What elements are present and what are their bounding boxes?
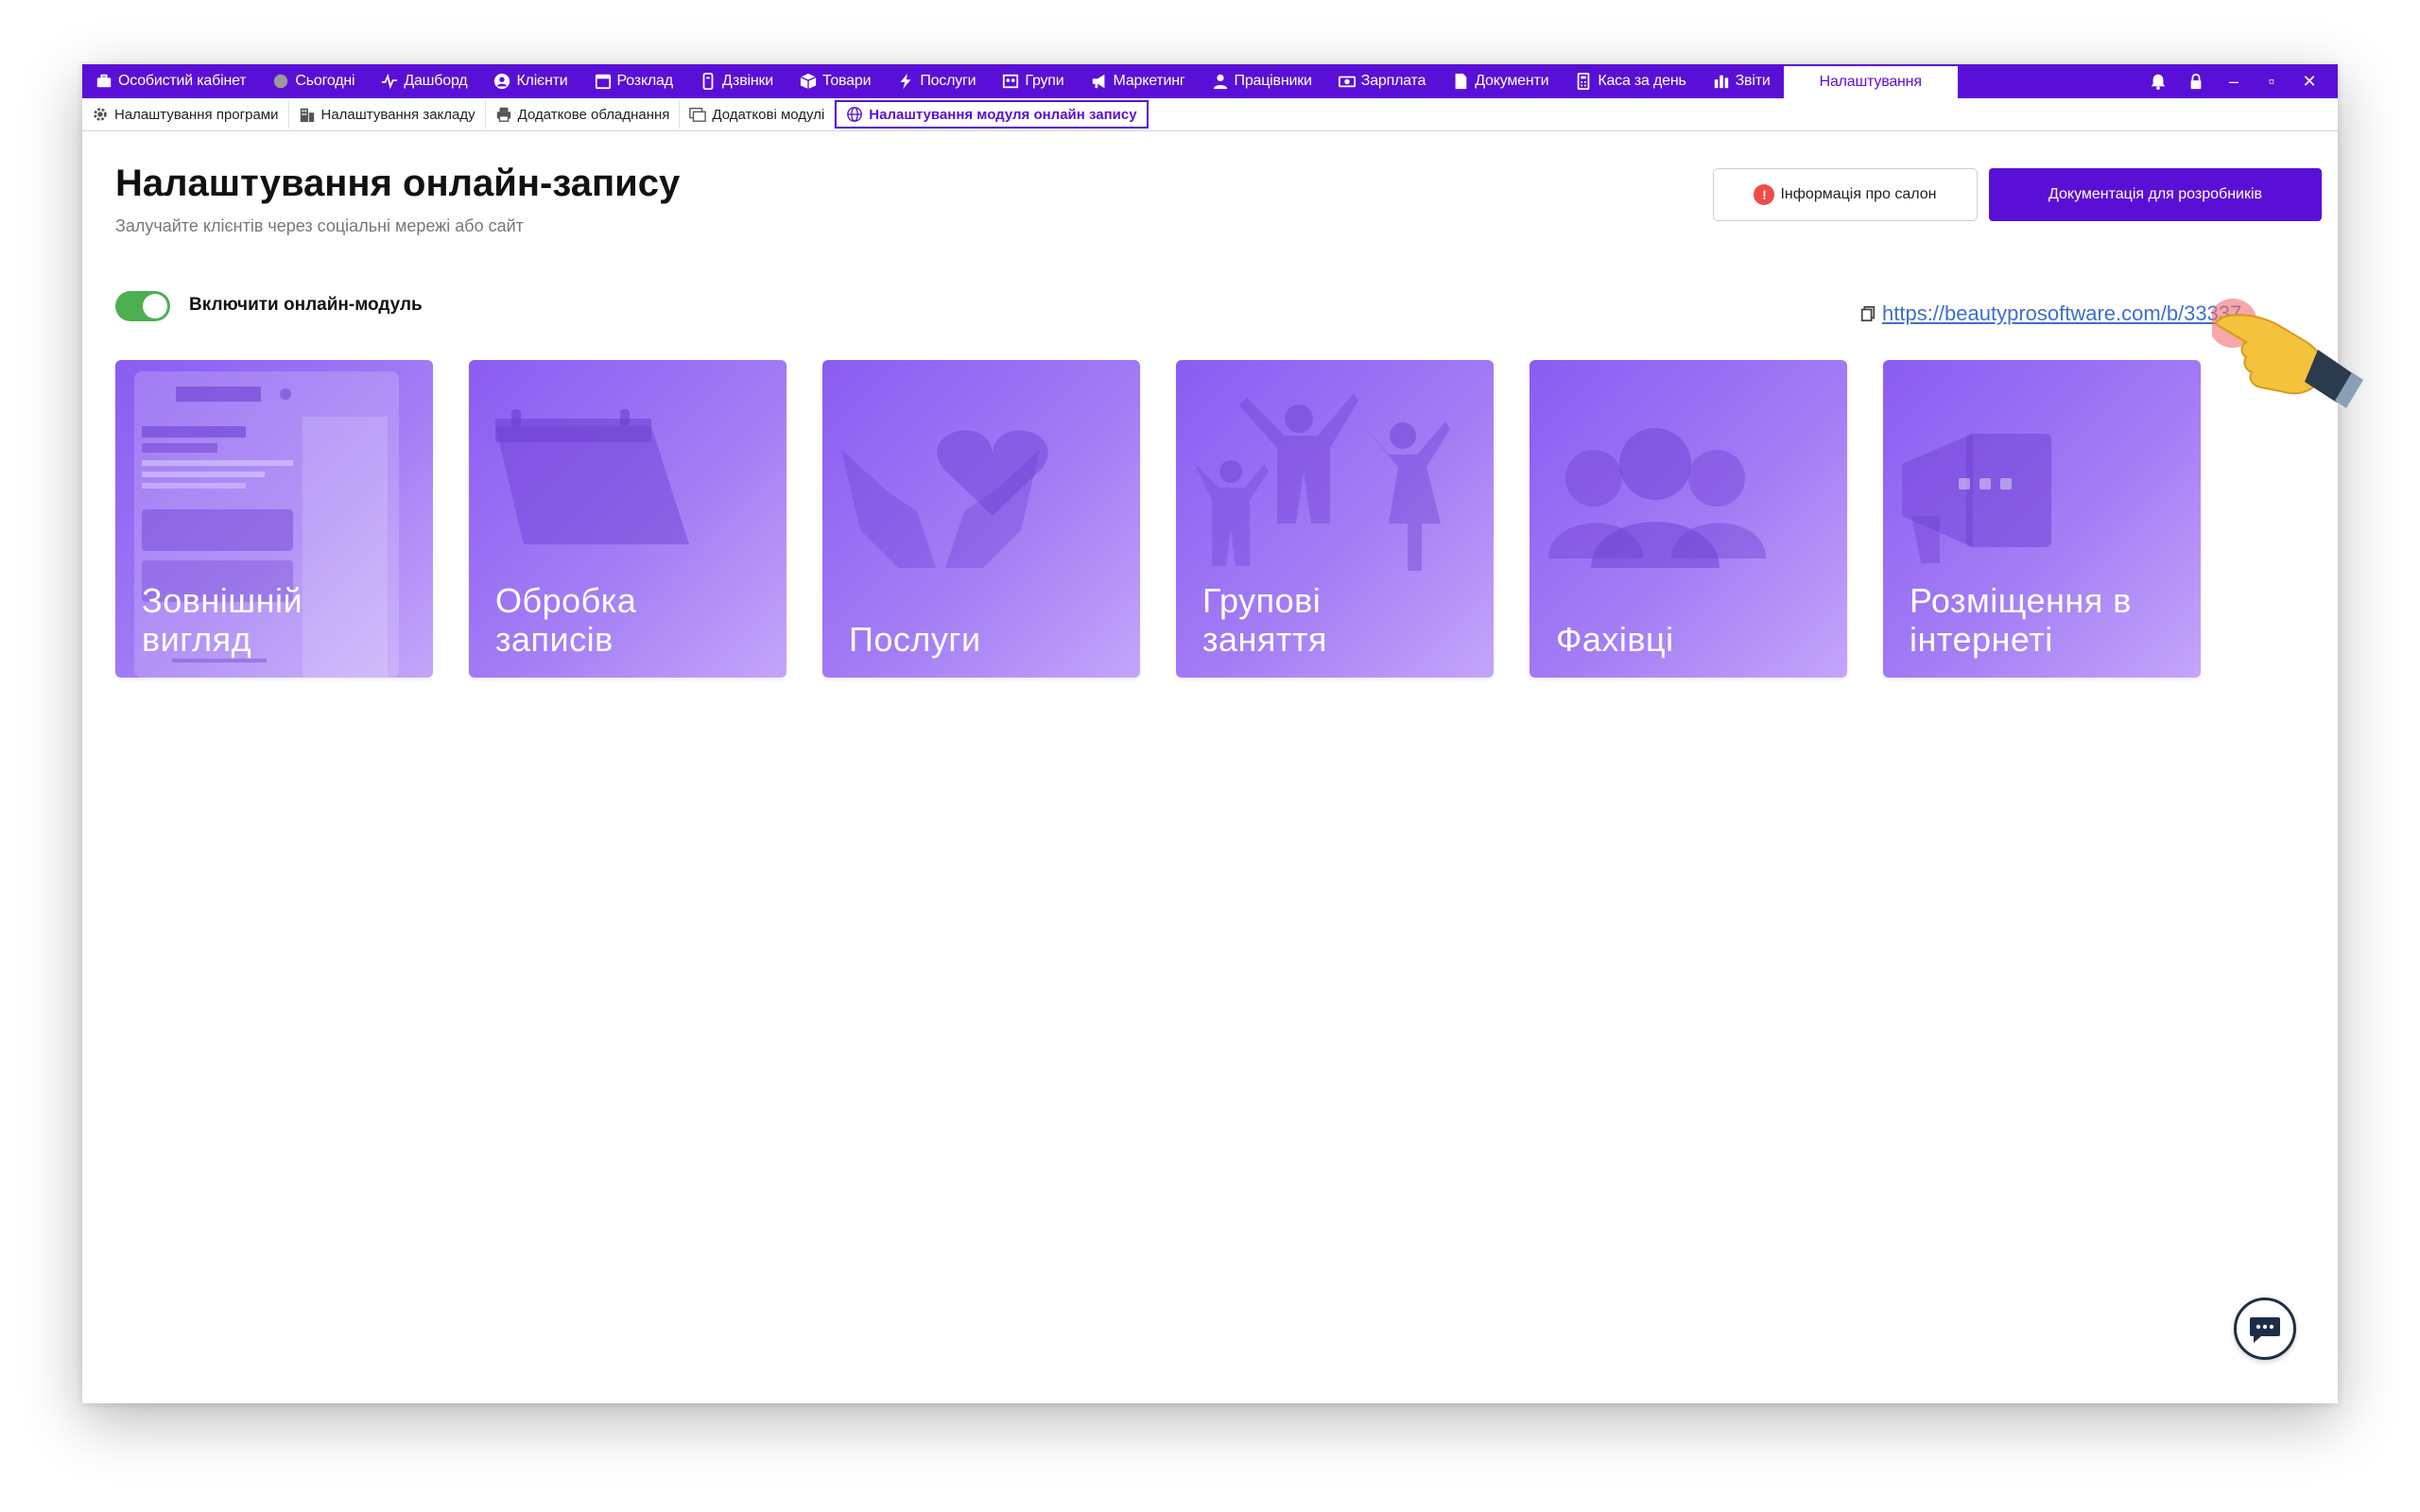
minimize-button[interactable]: – — [2215, 64, 2253, 98]
card-appearance[interactable]: Зовнішній вигляд — [115, 360, 433, 678]
modules-icon — [689, 108, 707, 122]
card-booking-processing[interactable]: Обробка записів — [469, 360, 786, 678]
nav-item-reports[interactable]: Звіти — [1700, 64, 1784, 98]
subtab-venue-settings[interactable]: Налаштування закладу — [289, 100, 486, 129]
subtab-extra-modules[interactable]: Додаткові модулі — [680, 100, 836, 129]
nav-item-goods[interactable]: Товари — [786, 64, 884, 98]
globe-icon — [847, 107, 863, 122]
box-icon — [800, 73, 817, 90]
nav-item-dashboard[interactable]: Дашборд — [368, 64, 480, 98]
nav-item-calls[interactable]: Дзвінки — [686, 64, 786, 98]
clock-icon — [274, 74, 288, 89]
printer-icon — [496, 107, 510, 122]
page-subtitle: Залучайте клієнтів через соціальні мереж… — [115, 216, 524, 235]
card-label: Фахівці — [1556, 620, 1674, 659]
briefcase-icon — [96, 74, 112, 88]
building-icon — [300, 108, 314, 123]
notifications-button[interactable] — [2139, 64, 2177, 98]
card-label: Групові заняття — [1202, 581, 1327, 659]
bar-chart-icon — [1714, 75, 1728, 89]
document-icon — [1455, 73, 1467, 90]
nav-item-schedule[interactable]: Розклад — [581, 64, 686, 98]
card-label: Обробка записів — [495, 581, 637, 659]
nav-item-today[interactable]: Сьогодні — [259, 64, 368, 98]
phone-icon — [702, 73, 714, 90]
copy-icon[interactable] — [1859, 304, 1876, 323]
settings-cards: Зовнішній вигляд Обробка записів Послуги — [115, 360, 2237, 678]
booking-link-row: https://beautyprosoftware.com/b/33337 — [1859, 301, 2241, 326]
settings-subtabs: Налаштування програми Налаштування закла… — [82, 98, 2338, 131]
online-module-toggle[interactable] — [115, 291, 170, 321]
subtab-extra-equipment[interactable]: Додаткове обладнання — [486, 100, 681, 129]
close-icon: ✕ — [2302, 71, 2317, 91]
nav-item-marketing[interactable]: Маркетинг — [1078, 64, 1199, 98]
page-title: Налаштування онлайн-запису — [115, 163, 681, 204]
nav-item-services[interactable]: Послуги — [884, 64, 989, 98]
subtab-program-settings[interactable]: Налаштування програми — [82, 100, 289, 129]
close-button[interactable]: ✕ — [2290, 64, 2328, 98]
card-label: Послуги — [849, 620, 981, 659]
lock-button[interactable] — [2177, 64, 2215, 98]
user-circle-icon — [494, 73, 510, 90]
top-navigation: Особистий кабінет Сьогодні Дашборд Клієн… — [82, 64, 2338, 98]
lock-icon — [2190, 73, 2202, 90]
nav-item-settings[interactable]: Налаштування — [1783, 66, 1958, 98]
nav-item-personal-cabinet[interactable]: Особистий кабінет — [82, 64, 259, 98]
calendar-icon — [595, 74, 611, 90]
subtab-online-booking-settings[interactable]: Налаштування модуля онлайн запису — [835, 100, 1149, 129]
online-module-toggle-label: Включити онлайн-модуль — [189, 295, 423, 315]
card-services[interactable]: Послуги — [822, 360, 1140, 678]
nav-item-cash-register[interactable]: Каса за день — [1562, 64, 1699, 98]
chat-icon — [2250, 1317, 2280, 1343]
money-icon — [1338, 76, 1356, 88]
card-internet-placement[interactable]: Розміщення в інтернеті — [1883, 360, 2201, 678]
booking-link[interactable]: https://beautyprosoftware.com/b/33337 — [1882, 301, 2241, 326]
window-controls: – ▫ ✕ — [2139, 64, 2328, 98]
pulse-icon — [382, 73, 398, 90]
card-specialists[interactable]: Фахівці — [1530, 360, 1847, 678]
pointing-hand-cursor-icon — [2212, 299, 2363, 408]
nav-item-documents[interactable]: Документи — [1439, 64, 1562, 98]
card-group-classes[interactable]: Групові заняття — [1176, 360, 1494, 678]
support-chat-button[interactable] — [2234, 1297, 2296, 1360]
alert-icon: ! — [1754, 184, 1775, 205]
gear-icon — [94, 108, 107, 121]
megaphone-icon — [1092, 74, 1104, 89]
lightning-icon — [900, 73, 911, 90]
card-label: Зовнішній вигляд — [142, 581, 303, 659]
nav-item-employees[interactable]: Працівники — [1199, 64, 1325, 98]
salon-info-button[interactable]: ! Інформація про салон — [1713, 168, 1978, 221]
app-window: Особистий кабінет Сьогодні Дашборд Клієн… — [82, 64, 2338, 1403]
nav-item-salary[interactable]: Зарплата — [1325, 64, 1439, 98]
bell-icon — [2151, 74, 2166, 90]
nav-item-clients[interactable]: Клієнти — [480, 64, 580, 98]
calculator-icon — [1578, 73, 1590, 90]
toggle-knob — [143, 294, 167, 318]
card-label: Розміщення в інтернеті — [1910, 581, 2132, 659]
person-icon — [1213, 74, 1227, 90]
maximize-button[interactable]: ▫ — [2253, 64, 2290, 98]
group-icon — [1003, 74, 1019, 89]
maximize-icon: ▫ — [2268, 71, 2275, 91]
minimize-icon: – — [2228, 71, 2238, 91]
developer-docs-button[interactable]: Документація для розробників — [1989, 168, 2322, 221]
nav-item-groups[interactable]: Групи — [989, 64, 1077, 98]
